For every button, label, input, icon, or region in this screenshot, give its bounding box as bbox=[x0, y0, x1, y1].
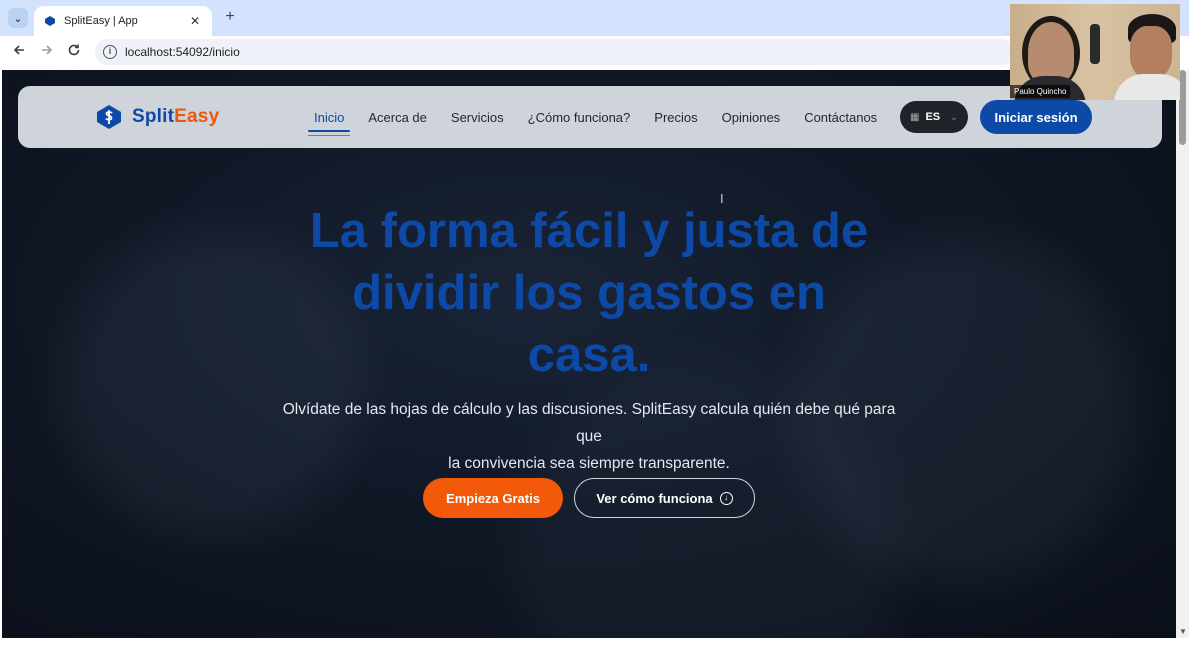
hero-subtitle-line: Olvídate de las hojas de cálculo y las d… bbox=[282, 401, 896, 445]
browser-tab[interactable]: SplitEasy | App ✕ bbox=[34, 6, 212, 36]
tab-title: SplitEasy | App bbox=[64, 15, 138, 27]
back-button[interactable] bbox=[9, 42, 29, 62]
logo-text-split: Split bbox=[132, 106, 175, 127]
url-text: localhost:54092/inicio bbox=[125, 45, 240, 59]
site-info-icon[interactable]: i bbox=[103, 45, 117, 59]
video-call-overlay: Paulo Quincho bbox=[1010, 4, 1180, 100]
hero-title-line: La forma fácil y justa de bbox=[309, 204, 869, 258]
bottom-edge bbox=[0, 638, 1189, 648]
tab-search-chevron-icon[interactable]: ⌄ bbox=[8, 8, 28, 28]
screen: ⌄ SplitEasy | App ✕ + i localhost:54092/… bbox=[0, 0, 1189, 648]
language-selector[interactable]: ▦ ES ⌄ bbox=[900, 101, 968, 133]
logo-icon bbox=[97, 105, 121, 129]
nav-item-opiniones[interactable]: Opiniones bbox=[722, 110, 781, 125]
reload-button[interactable] bbox=[64, 42, 84, 62]
hero-subtitle-line: la convivencia sea siempre transparente. bbox=[448, 455, 730, 472]
forward-button[interactable] bbox=[37, 42, 57, 62]
site-navbar: SplitEasy Inicio Acerca de Servicios ¿Có… bbox=[18, 86, 1162, 148]
scrollbar-thumb[interactable] bbox=[1179, 70, 1186, 145]
nav-item-servicios[interactable]: Servicios bbox=[451, 110, 504, 125]
nav-item-precios[interactable]: Precios bbox=[654, 110, 697, 125]
arrow-down-circle-icon: ↓ bbox=[719, 491, 733, 505]
hero-title: La forma fácil y justa de dividir los ga… bbox=[234, 200, 944, 386]
scroll-down-arrow-icon[interactable]: ▼ bbox=[1179, 627, 1187, 636]
login-button[interactable]: Iniciar sesión bbox=[980, 100, 1092, 134]
logo-text-easy: Easy bbox=[174, 106, 220, 127]
hero-title-line: dividir los gastos en bbox=[352, 266, 826, 320]
address-bar[interactable]: i localhost:54092/inicio bbox=[95, 39, 1015, 65]
start-free-button[interactable]: Empieza Gratis bbox=[423, 478, 563, 518]
see-how-it-works-label: Ver cómo funciona bbox=[596, 490, 713, 506]
see-how-it-works-button[interactable]: Ver cómo funciona ↓ bbox=[574, 478, 755, 518]
nav-links: Inicio Acerca de Servicios ¿Cómo funcion… bbox=[307, 86, 901, 148]
arrow-right-icon bbox=[42, 45, 53, 55]
participant-name-label: Paulo Quincho bbox=[1010, 85, 1071, 98]
nav-item-contactanos[interactable]: Contáctanos bbox=[804, 110, 877, 125]
arrow-left-icon bbox=[13, 45, 24, 55]
chevron-down-icon: ⌄ bbox=[950, 111, 958, 122]
page-viewport: SplitEasy Inicio Acerca de Servicios ¿Có… bbox=[2, 70, 1176, 638]
reload-icon bbox=[68, 44, 80, 56]
nav-item-inicio[interactable]: Inicio bbox=[307, 110, 351, 136]
participant-face-2 bbox=[1130, 26, 1172, 78]
translate-icon: ▦ bbox=[910, 111, 920, 123]
site-logo[interactable]: SplitEasy bbox=[96, 102, 219, 132]
language-label: ES bbox=[925, 111, 941, 123]
favicon-icon bbox=[44, 15, 56, 27]
participant-face bbox=[1028, 22, 1074, 82]
new-tab-button[interactable]: + bbox=[222, 9, 238, 25]
nav-item-acerca[interactable]: Acerca de bbox=[368, 110, 427, 125]
hero-title-line: casa. bbox=[527, 328, 651, 382]
hero-subtitle: Olvídate de las hojas de cálculo y las d… bbox=[272, 396, 906, 477]
tab-close-icon[interactable]: ✕ bbox=[188, 14, 202, 28]
participant-clothing-2 bbox=[1114, 74, 1180, 100]
nav-item-como-funciona[interactable]: ¿Cómo funciona? bbox=[528, 110, 631, 125]
page-scrollbar[interactable]: ▼ bbox=[1176, 70, 1189, 638]
microphone-stand bbox=[1090, 24, 1100, 64]
